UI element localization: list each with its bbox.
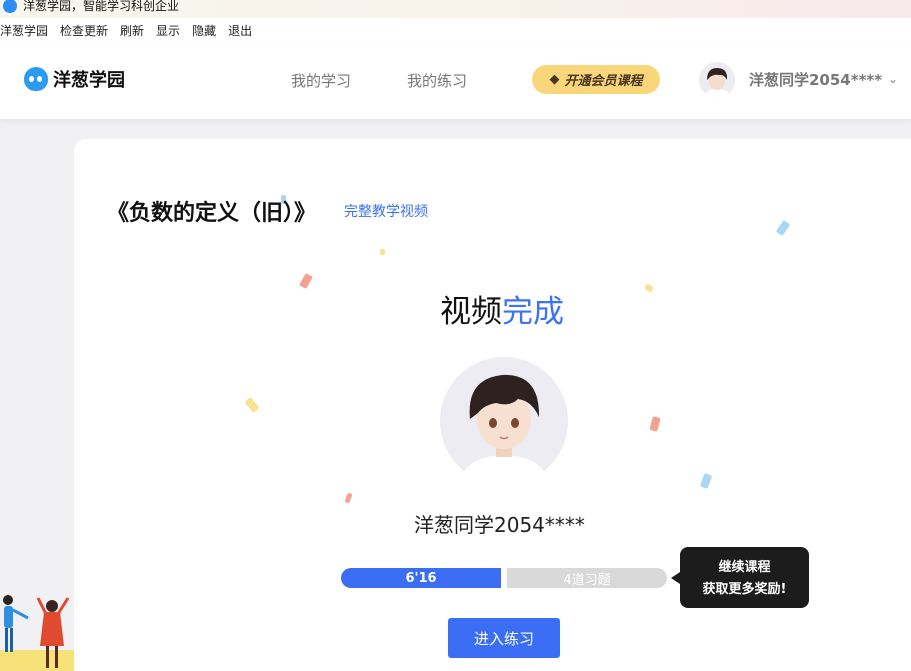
headline-black: 视频 [440,294,502,330]
chevron-down-icon[interactable]: ⌄ [888,72,898,86]
site-logo[interactable]: 洋葱学园 [24,66,125,92]
top-navbar: 洋葱学园 我的学习 我的练习 ◆ 开通会员课程 洋葱同学2054**** ⌄ [0,42,911,119]
nav-my-practice[interactable]: 我的练习 [407,70,467,91]
completion-progress: 6'16 4道习题 [341,568,667,588]
completion-headline: 视频完成 [440,286,564,331]
menu-item-app[interactable]: 洋葱学园 [0,22,48,39]
tooltip-line-1: 继续课程 [718,560,771,575]
menu-item-exit[interactable]: 退出 [228,22,252,39]
avatar-large [440,357,568,485]
diamond-icon: ◆ [549,72,560,87]
menu-item-refresh[interactable]: 刷新 [120,22,144,39]
reward-tooltip: 继续课程 获取更多奖励! [671,547,809,608]
onion-logo-icon [24,67,48,91]
vip-button-label: 开通会员课程 [564,74,643,89]
celebration-illustration [0,590,74,671]
menubar: 洋葱学园 检查更新 刷新 显示 隐藏 退出 [0,18,911,42]
exercise-segment: 4道习题 [507,568,667,588]
avatar[interactable] [699,62,735,98]
tooltip-line-2: 获取更多奖励! [702,582,787,597]
enter-practice-button[interactable]: 进入练习 [448,618,560,658]
lesson-title: 《负数的定义（旧）》 [107,201,317,226]
confetti-piece [380,249,385,255]
vip-course-button[interactable]: ◆ 开通会员课程 [532,65,660,94]
menu-item-check-update[interactable]: 检查更新 [60,22,108,39]
app-logo-icon [3,0,17,13]
video-time-label: 6'16 [405,570,437,586]
user-name-nav[interactable]: 洋葱同学2054**** [749,69,882,90]
headline-blue: 完成 [502,294,564,330]
logo-text: 洋葱学园 [53,70,125,91]
user-name-large: 洋葱同学2054**** [414,513,585,537]
nav-my-study[interactable]: 我的学习 [291,70,351,91]
menu-item-hide[interactable]: 隐藏 [192,22,216,39]
video-time-segment: 6'16 [341,568,501,588]
exercise-count-label: 4道习题 [563,572,611,588]
window-title: 洋葱学园，智能学习科创企业 [23,0,180,13]
full-video-link[interactable]: 完整教学视频 [344,201,428,221]
menu-item-show[interactable]: 显示 [156,22,180,39]
window-titlebar: 洋葱学园，智能学习科创企业 [0,0,911,18]
